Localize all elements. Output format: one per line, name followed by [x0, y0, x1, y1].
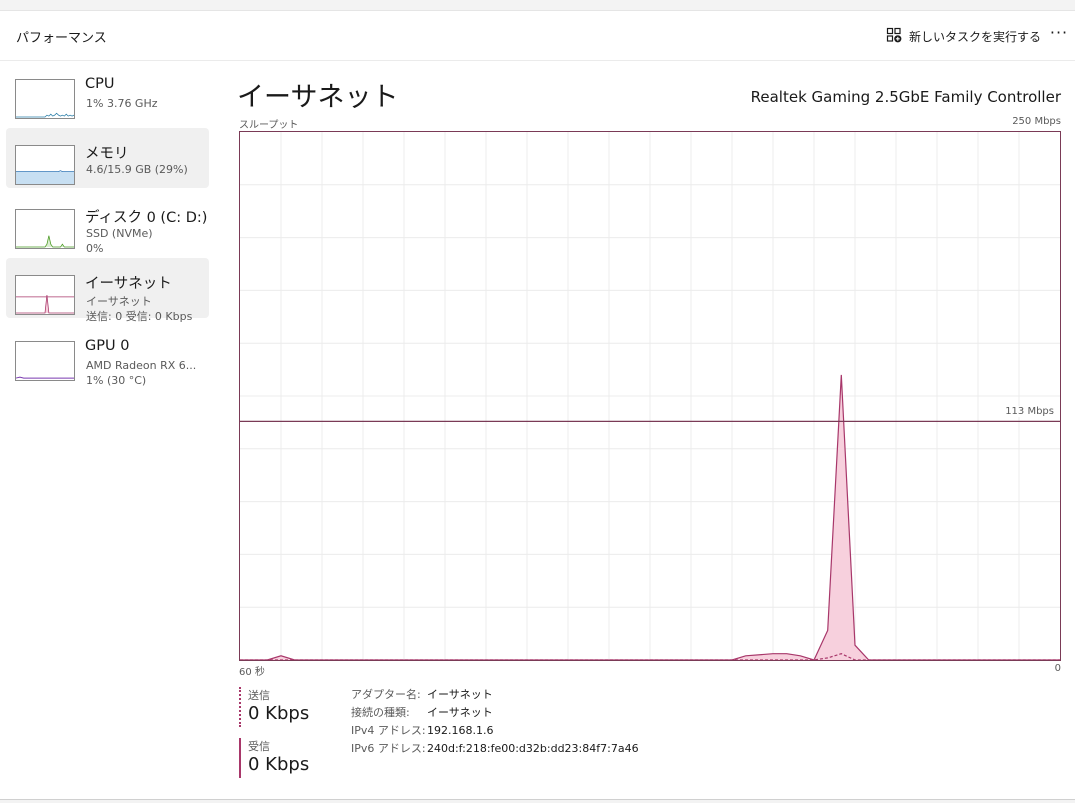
gpu-thumbnail: [15, 341, 75, 381]
throughput-chart: [240, 132, 1060, 660]
property-value: イーサネット: [427, 688, 493, 701]
cpu-thumbnail: [15, 79, 75, 119]
sidebar-item-detail: AMD Radeon RX 6...: [86, 359, 197, 372]
reference-line-label: 113 Mbps: [1003, 406, 1056, 417]
more-options-button[interactable]: ···: [1048, 23, 1070, 47]
header-bar: パフォーマンス 新しいタスクを実行する ···: [0, 11, 1075, 61]
property-key: IPv4 アドレス:: [351, 724, 426, 737]
x-axis-left-label: 60 秒: [239, 667, 265, 678]
property-key: 接続の種類:: [351, 706, 410, 719]
x-axis-right-label: 0: [1054, 663, 1061, 674]
section-title: イーサネット: [237, 82, 399, 113]
sidebar-item-usage: 0%: [86, 242, 104, 255]
property-key: アダプター名:: [351, 688, 421, 701]
adapter-name: Realtek Gaming 2.5GbE Family Controller: [750, 88, 1061, 106]
property-key: IPv6 アドレス:: [351, 742, 426, 755]
send-stat: 送信 0 Kbps: [239, 687, 339, 727]
max-scale-label: 250 Mbps: [1012, 116, 1061, 127]
run-new-task-button[interactable]: 新しいタスクを実行する: [886, 26, 1041, 46]
task-manager-window: パフォーマンス 新しいタスクを実行する ··· CPU 1% 3.76 GHz: [0, 10, 1075, 800]
send-label: 送信: [248, 689, 270, 702]
sidebar-item-gpu[interactable]: GPU 0 AMD Radeon RX 6... 1% (30 °C): [6, 324, 209, 387]
sidebar-item-usage: 1% (30 °C): [86, 374, 147, 387]
page-title: パフォーマンス: [16, 31, 107, 46]
receive-label: 受信: [248, 740, 270, 753]
property-value: イーサネット: [427, 706, 493, 719]
run-task-label: 新しいタスクを実行する: [909, 29, 1042, 44]
sidebar-item-detail: 1% 3.76 GHz: [86, 97, 158, 110]
sidebar-item-label: CPU: [85, 76, 115, 92]
adapter-properties: アダプター名: イーサネット 接続の種類: イーサネット IPv4 アドレス: …: [351, 685, 639, 757]
property-row: IPv6 アドレス: 240d:f:218:fe00:d32b:dd23:84f…: [351, 739, 639, 757]
sidebar-item-memory[interactable]: メモリ 4.6/15.9 GB (29%): [6, 128, 209, 188]
sidebar-item-detail: SSD (NVMe): [86, 227, 153, 240]
sidebar-item-cpu[interactable]: CPU 1% 3.76 GHz: [6, 62, 209, 122]
receive-legend-line: [239, 738, 241, 778]
sidebar-item-throughput: 送信: 0 受信: 0 Kbps: [86, 310, 193, 323]
sidebar-item-label: メモリ: [85, 146, 129, 162]
property-row: 接続の種類: イーサネット: [351, 703, 639, 721]
sidebar-item-disk[interactable]: ディスク 0 (C: D:) SSD (NVMe) 0%: [6, 192, 209, 255]
throughput-graph: 113 Mbps: [239, 131, 1061, 661]
throughput-axis-label: スループット: [239, 120, 299, 131]
property-row: IPv4 アドレス: 192.168.1.6: [351, 721, 639, 739]
sidebar-item-detail: イーサネット: [86, 295, 152, 308]
sidebar-item-ethernet[interactable]: イーサネット イーサネット 送信: 0 受信: 0 Kbps: [6, 258, 209, 323]
property-row: アダプター名: イーサネット: [351, 685, 639, 703]
sidebar-item-label: GPU 0: [85, 338, 130, 354]
receive-value: 0 Kbps: [248, 754, 310, 775]
ethernet-thumbnail: [15, 275, 75, 315]
property-value: 192.168.1.6: [427, 723, 494, 737]
memory-thumbnail: [15, 145, 75, 185]
sidebar-item-label: イーサネット: [85, 276, 172, 292]
disk-thumbnail: [15, 209, 75, 249]
send-value: 0 Kbps: [248, 703, 310, 724]
property-value: 240d:f:218:fe00:d32b:dd23:84f7:7a46: [427, 741, 639, 755]
sidebar-item-label: ディスク 0 (C: D:): [85, 210, 208, 226]
sidebar-item-detail: 4.6/15.9 GB (29%): [86, 163, 188, 176]
run-task-icon: [886, 27, 902, 46]
receive-stat: 受信 0 Kbps: [239, 738, 339, 778]
send-legend-line: [239, 687, 241, 727]
